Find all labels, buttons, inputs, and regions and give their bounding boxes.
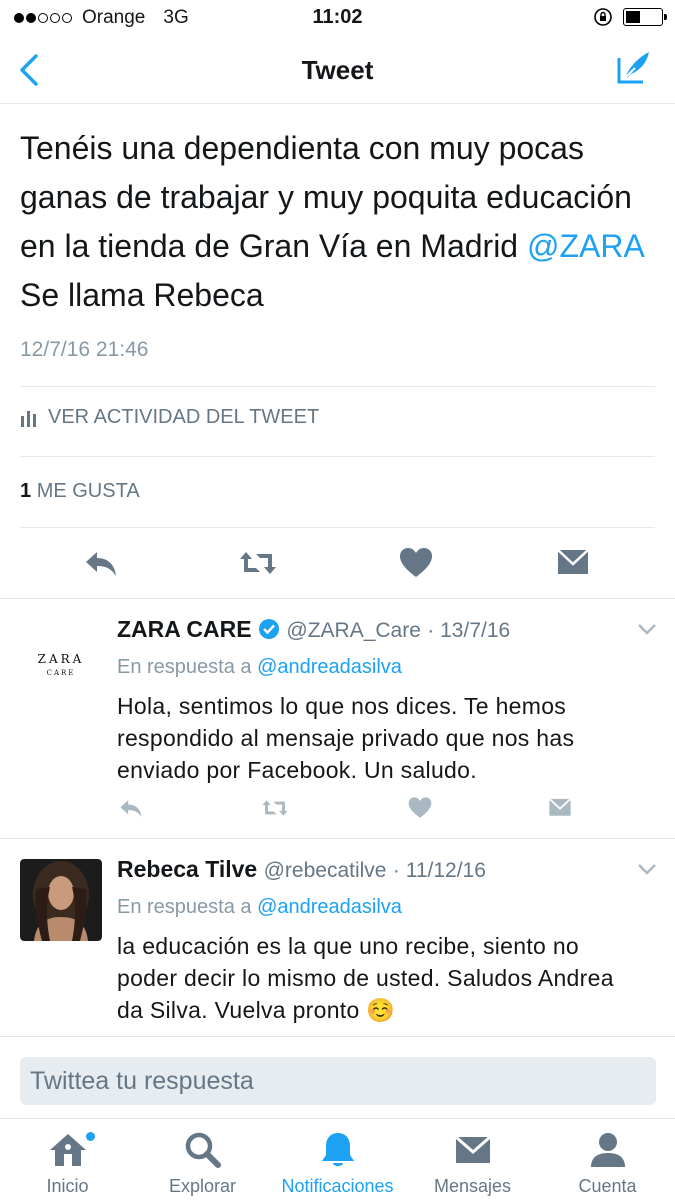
direct-message-icon[interactable]: [555, 546, 591, 580]
orientation-lock-icon: [594, 8, 612, 26]
reply-icon[interactable]: [83, 546, 119, 580]
divider: [0, 598, 675, 599]
reply-to-link[interactable]: @andreadasilva: [257, 656, 402, 678]
envelope-icon: [454, 1135, 491, 1163]
likes-label: ME GUSTA: [36, 480, 140, 502]
heart-icon[interactable]: [406, 796, 434, 820]
chevron-down-icon[interactable]: [637, 622, 657, 636]
unread-dot: [86, 1132, 95, 1141]
home-icon: [49, 1134, 86, 1166]
reply-text: la educación es la que uno recibe, sient…: [117, 933, 614, 1023]
author-name[interactable]: ZARA CARE: [117, 616, 252, 642]
tab-explorar[interactable]: Explorar: [135, 1130, 270, 1197]
compose-tweet-icon[interactable]: [615, 48, 653, 86]
tab-label: Mensajes: [433, 1176, 512, 1196]
tab-label: Inicio: [46, 1176, 89, 1196]
verified-badge-icon: [258, 619, 279, 639]
chevron-down-icon[interactable]: [637, 862, 657, 876]
mention-link[interactable]: @ZARA: [527, 228, 645, 264]
likes-count[interactable]: 1 ME GUSTA: [20, 480, 140, 503]
tab-cuenta[interactable]: Cuenta: [540, 1130, 675, 1197]
reply-text: Hola, sentimos lo que nos dices. Te hemo…: [117, 693, 575, 783]
activity-label: VER ACTIVIDAD DEL TWEET: [48, 406, 320, 428]
status-bar: Orange 3G 11:02: [0, 0, 675, 36]
reply-input[interactable]: Twittea tu respuesta: [20, 1057, 656, 1105]
reply-header: ZARA CARE @ZARA_Care · 13/7/16: [117, 616, 510, 643]
divider: [0, 838, 675, 839]
tab-inicio[interactable]: Inicio: [0, 1130, 135, 1197]
tweet-text-line: ganas de trabajar y muy poquita educació…: [20, 179, 632, 215]
avatar-logo-text: ZARA: [37, 652, 85, 666]
reply-input-placeholder: Twittea tu respuesta: [30, 1067, 254, 1095]
tweet-text: Tenéis una dependienta con muy pocas gan…: [20, 124, 660, 320]
retweet-icon[interactable]: [259, 796, 291, 820]
reply-date: · 11/12/16: [392, 859, 486, 882]
author-name[interactable]: Rebeca Tilve: [117, 856, 257, 882]
tweet-text-line: Tenéis una dependienta con muy pocas: [20, 130, 584, 166]
likes-number: 1: [20, 480, 32, 502]
reply-to-link[interactable]: @andreadasilva: [257, 896, 402, 918]
heart-icon[interactable]: [398, 546, 434, 580]
tweet-text-line: Se llama Rebeca: [20, 277, 264, 313]
tab-notificaciones[interactable]: Notificaciones: [270, 1130, 405, 1197]
direct-message-icon[interactable]: [546, 796, 574, 820]
reply-icon[interactable]: [117, 796, 145, 820]
clock: 11:02: [312, 6, 363, 28]
tweet-actions: [0, 540, 675, 588]
avatar[interactable]: [20, 859, 102, 941]
reply-header: Rebeca Tilve @rebecatilve · 11/12/16: [117, 856, 486, 883]
in-reply-to-label: En respuesta a: [117, 656, 252, 678]
bar-chart-icon: [21, 410, 36, 427]
in-reply-to: En respuesta a @andreadasilva: [117, 896, 402, 919]
tab-label: Explorar: [168, 1176, 237, 1196]
tweet-text-line: en la tienda de Gran Vía en Madrid: [20, 228, 519, 264]
reply-date: · 13/7/16: [427, 619, 511, 642]
nav-bar: Tweet: [0, 36, 675, 104]
tab-label: Cuenta: [578, 1176, 637, 1196]
avatar[interactable]: ZARA CARE: [20, 626, 102, 708]
tab-label: Notificaciones: [281, 1176, 394, 1196]
search-icon: [185, 1132, 221, 1168]
divider: [20, 386, 655, 387]
in-reply-to: En respuesta a @andreadasilva: [117, 656, 402, 679]
tab-bar: Inicio Explorar Notificaciones Mensajes …: [0, 1120, 675, 1200]
avatar-logo-subtext: CARE: [46, 669, 76, 677]
divider: [20, 527, 655, 528]
battery-icon: [623, 8, 667, 26]
divider: [0, 1118, 675, 1119]
divider: [20, 456, 655, 457]
divider: [0, 1036, 675, 1037]
author-handle[interactable]: @rebecatilve: [264, 859, 387, 882]
author-handle[interactable]: @ZARA_Care: [286, 619, 421, 642]
person-icon: [590, 1133, 625, 1167]
retweet-icon[interactable]: [238, 546, 278, 580]
bell-icon: [321, 1133, 354, 1166]
page-title: Tweet: [301, 55, 374, 85]
tweet-timestamp: 12/7/16 21:46: [20, 338, 149, 361]
in-reply-to-label: En respuesta a: [117, 896, 252, 918]
view-activity-link[interactable]: VER ACTIVIDAD DEL TWEET: [20, 406, 319, 429]
tab-mensajes[interactable]: Mensajes: [405, 1130, 540, 1197]
